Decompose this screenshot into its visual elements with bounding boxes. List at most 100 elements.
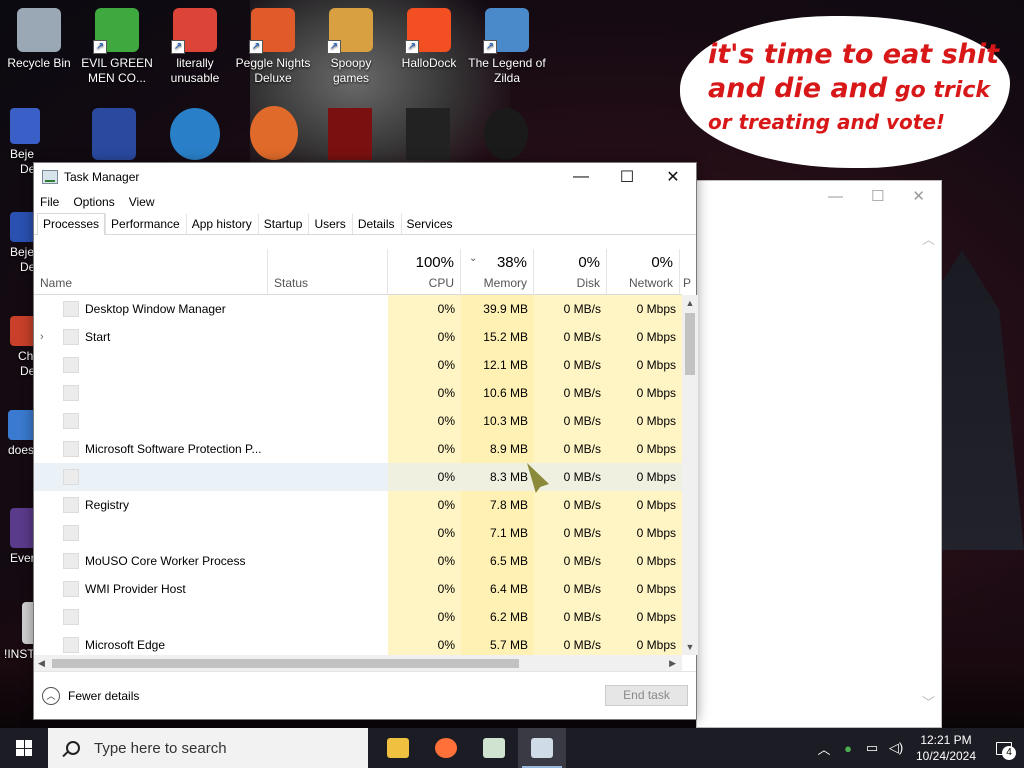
- table-row[interactable]: 0% 10.6 MB 0 MB/s 0 Mbps: [34, 379, 682, 407]
- process-name: Desktop Window Manager: [85, 302, 226, 316]
- taskbar-app-spreadsheet[interactable]: [470, 728, 518, 768]
- chevron-up-icon[interactable]: ︿: [812, 739, 836, 758]
- disk-cell: 0 MB/s: [534, 519, 607, 547]
- tab-performance[interactable]: Performance: [105, 213, 186, 234]
- vertical-scrollbar[interactable]: ▲ ▼: [682, 295, 698, 655]
- table-row[interactable]: 0% 12.1 MB 0 MB/s 0 Mbps: [34, 351, 682, 379]
- desktop-icon-0[interactable]: Recycle Bin: [0, 2, 78, 71]
- scroll-left-icon[interactable]: ◀: [38, 655, 45, 671]
- scroll-thumb[interactable]: [52, 659, 519, 668]
- taskbar-app-firefox[interactable]: [422, 728, 470, 768]
- scroll-down-icon[interactable]: ▼: [682, 639, 698, 655]
- desktop-icon-4[interactable]: ↗ Spoopy games: [312, 2, 390, 86]
- title-bar[interactable]: Task Manager — ☐ ✕: [34, 163, 696, 191]
- column-memory[interactable]: ⌄ 38% Memory: [461, 249, 534, 295]
- table-row[interactable]: WMI Provider Host 0% 6.4 MB 0 MB/s 0 Mbps: [34, 575, 682, 603]
- flash-icon[interactable]: [328, 108, 372, 160]
- edge-icon[interactable]: [170, 108, 220, 160]
- menu-options[interactable]: Options: [73, 195, 114, 209]
- tab-app-history[interactable]: App history: [185, 213, 258, 234]
- scroll-up-icon[interactable]: ▲: [682, 295, 698, 311]
- network-icon[interactable]: ▭: [860, 740, 884, 756]
- taskbar-search[interactable]: Type here to search: [48, 728, 368, 768]
- tab-users[interactable]: Users: [308, 213, 351, 234]
- scroll-down-icon[interactable]: ﹀: [922, 692, 935, 711]
- taskbar-app-task-manager[interactable]: [518, 728, 566, 768]
- table-row[interactable]: Desktop Window Manager 0% 39.9 MB 0 MB/s 0 M…: [34, 295, 682, 323]
- start-button[interactable]: [0, 728, 48, 768]
- column-name[interactable]: Name: [34, 249, 268, 295]
- window-title: Task Manager: [64, 170, 140, 184]
- taskbar-app-file-explorer[interactable]: [374, 728, 422, 768]
- desktop-icon-6[interactable]: ↗ The Legend of Zilda: [468, 2, 546, 86]
- task-manager-window[interactable]: Task Manager — ☐ ✕ File Options View Pro…: [33, 162, 698, 720]
- peggle-icon[interactable]: [250, 106, 298, 160]
- process-icon: [63, 581, 79, 597]
- table-row[interactable]: 0% 7.1 MB 0 MB/s 0 Mbps: [34, 519, 682, 547]
- footer: ︿ Fewer details End task: [34, 671, 696, 719]
- menu-file[interactable]: File: [40, 195, 59, 209]
- column-status[interactable]: Status: [268, 249, 388, 295]
- disk-cell: 0 MB/s: [534, 295, 607, 323]
- search-icon: [66, 741, 80, 755]
- column-cpu[interactable]: 100% CPU: [388, 249, 461, 295]
- table-row[interactable]: › Start 0% 15.2 MB 0 MB/s 0 Mbps: [34, 323, 682, 351]
- tab-details[interactable]: Details: [351, 213, 401, 234]
- maximize-button[interactable]: ☐: [604, 163, 650, 191]
- horizontal-scrollbar[interactable]: ◀ ▶: [34, 655, 682, 671]
- column-network[interactable]: 0% Network: [607, 249, 680, 295]
- scroll-up-icon[interactable]: ︿: [922, 229, 935, 248]
- close-button[interactable]: ✕: [650, 163, 696, 191]
- disk-cell: 0 MB/s: [534, 435, 607, 463]
- network-cell: 0 Mbps: [607, 575, 682, 603]
- scroll-thumb[interactable]: [685, 313, 695, 375]
- desktop-icon-5[interactable]: ↗ HalloDock: [390, 2, 468, 71]
- chevron-up-icon[interactable]: ︿: [42, 687, 60, 705]
- table-row[interactable]: 0% 6.2 MB 0 MB/s 0 Mbps: [34, 603, 682, 631]
- tab-services[interactable]: Services: [400, 213, 459, 234]
- speaker-icon[interactable]: ◁): [884, 740, 908, 756]
- file-explorer-icon: [387, 738, 409, 758]
- column-power[interactable]: P: [680, 249, 696, 295]
- disk-cell: 0 MB/s: [534, 351, 607, 379]
- process-name: Registry: [85, 498, 130, 512]
- network-cell: 0 Mbps: [607, 463, 682, 491]
- cpu-cell: 0%: [388, 631, 461, 655]
- maximize-icon[interactable]: ☐: [871, 187, 884, 205]
- table-row[interactable]: 0% 8.3 MB 0 MB/s 0 Mbps: [34, 463, 682, 491]
- table-row[interactable]: MoUSO Core Worker Process 0% 6.5 MB 0 MB/s 0…: [34, 547, 682, 575]
- clock[interactable]: 12:21 PM 10/24/2024: [908, 732, 984, 764]
- desktop-icon-label: HalloDock: [401, 56, 457, 70]
- desktop-icon-2[interactable]: ↗ literally unusable: [156, 2, 234, 86]
- desktop-icon-1[interactable]: ↗ EVIL GREEN MEN CO...: [78, 2, 156, 86]
- maximize-icon: ☐: [619, 169, 635, 186]
- background-window[interactable]: — ☐ ✕ ︿ ﹀: [696, 180, 942, 728]
- zilda-icon: ↗: [483, 8, 529, 54]
- yashma-icon[interactable]: [484, 108, 528, 160]
- app-icon[interactable]: [406, 108, 450, 160]
- menu-bar: File Options View: [34, 191, 696, 213]
- desktop-icon-3[interactable]: ↗ Peggle Nights Deluxe: [234, 2, 312, 86]
- mpl-icon[interactable]: [92, 108, 136, 160]
- system-tray: ︿ ● ▭ ◁) 12:21 PM 10/24/2024 4: [812, 728, 1024, 768]
- minimize-button[interactable]: —: [558, 163, 604, 191]
- column-disk[interactable]: 0% Disk: [534, 249, 607, 295]
- close-icon[interactable]: ✕: [912, 187, 925, 205]
- notification-button[interactable]: 4: [984, 728, 1024, 768]
- fewer-details-link[interactable]: Fewer details: [68, 689, 139, 703]
- end-task-button[interactable]: End task: [605, 685, 688, 706]
- table-row[interactable]: 0% 10.3 MB 0 MB/s 0 Mbps: [34, 407, 682, 435]
- people-icon[interactable]: ●: [836, 741, 860, 756]
- expand-chevron-icon[interactable]: ›: [40, 323, 52, 351]
- process-name: Start: [85, 330, 111, 344]
- table-row[interactable]: Microsoft Software Protection P... 0% 8.9 …: [34, 435, 682, 463]
- menu-view[interactable]: View: [129, 195, 155, 209]
- network-cell: 0 Mbps: [607, 519, 682, 547]
- minimize-icon[interactable]: —: [828, 188, 843, 205]
- tab-startup[interactable]: Startup: [257, 213, 309, 234]
- scroll-right-icon[interactable]: ▶: [669, 655, 676, 671]
- memory-cell: 6.2 MB: [461, 603, 534, 631]
- table-row[interactable]: Microsoft Edge 0% 5.7 MB 0 MB/s 0 Mbps: [34, 631, 682, 655]
- tab-processes[interactable]: Processes: [37, 213, 106, 235]
- table-row[interactable]: Registry 0% 7.8 MB 0 MB/s 0 Mbps: [34, 491, 682, 519]
